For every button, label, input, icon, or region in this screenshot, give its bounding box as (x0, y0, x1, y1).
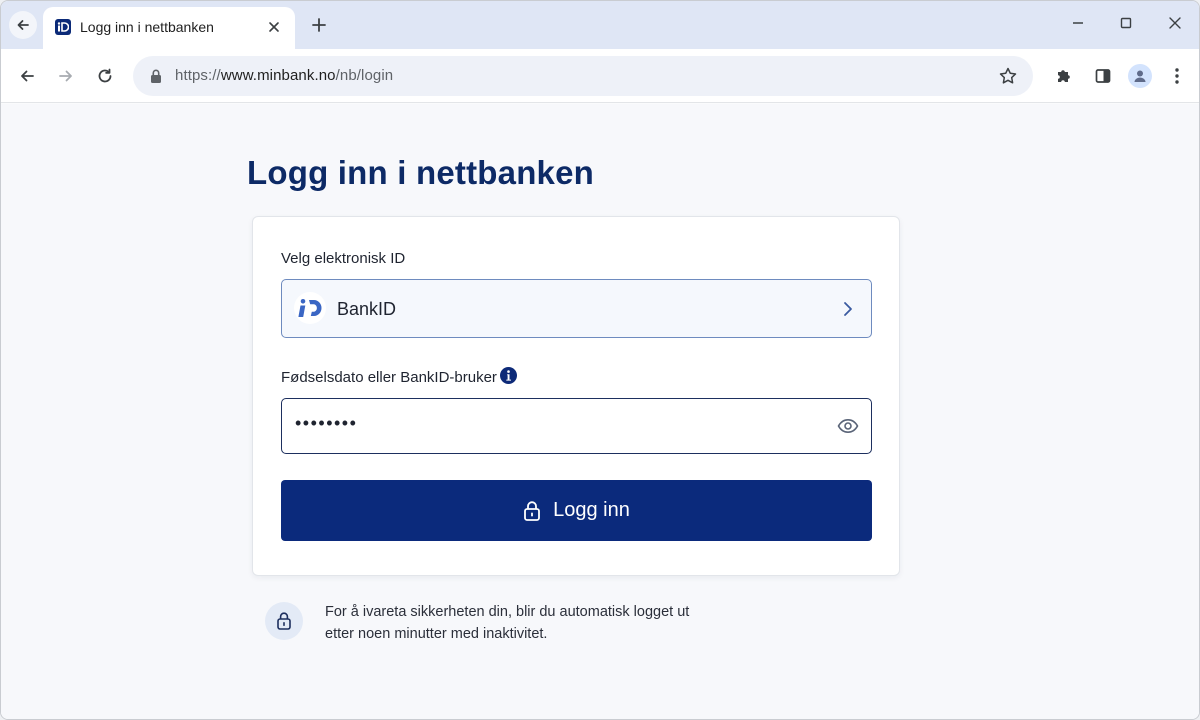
back-icon[interactable] (13, 62, 41, 90)
extensions-puzzle-icon[interactable] (1050, 62, 1078, 90)
page-title: Logg inn i nettbanken (247, 154, 595, 191)
eid-select[interactable]: BankID (281, 279, 872, 338)
maximize-icon[interactable] (1112, 11, 1140, 35)
user-id-label: Fødselsdato eller BankID-bruker (281, 369, 497, 386)
bookmark-star-icon[interactable] (997, 65, 1019, 87)
address-bar[interactable]: https://www.minbank.no/nb/login (133, 56, 1033, 96)
reload-icon[interactable] (91, 62, 119, 90)
close-window-icon[interactable] (1161, 11, 1189, 35)
login-button-label: Logg inn (553, 499, 630, 521)
profile-avatar-icon[interactable] (1128, 64, 1152, 88)
security-lock-icon (265, 602, 303, 640)
tab-strip: Logg inn i nettbanken (1, 1, 1199, 49)
forward-icon[interactable] (52, 62, 80, 90)
secure-lock-icon[interactable] (147, 67, 165, 85)
bankid-favicon-icon (55, 19, 71, 35)
url-path: /nb/login (335, 67, 394, 84)
minimize-icon[interactable] (1064, 11, 1092, 35)
login-card: Velg elektronisk ID BankID Fødselsdato e… (252, 216, 900, 576)
notice-line-1: For å ivareta sikkerheten din, blir du a… (325, 604, 690, 620)
eid-label: Velg elektronisk ID (281, 250, 406, 267)
masked-input-value: •••••••• (295, 413, 358, 433)
lock-icon (524, 500, 541, 521)
show-password-eye-icon[interactable] (837, 416, 859, 436)
close-tab-icon[interactable] (263, 16, 285, 38)
url-text: https://www.minbank.no/nb/login (175, 67, 393, 84)
new-tab-icon[interactable] (307, 13, 331, 37)
url-host: www.minbank.no (220, 67, 336, 84)
browser-window: Logg inn i nettbanken https://www.minban… (0, 0, 1200, 720)
login-button[interactable]: Logg inn (281, 480, 872, 541)
tab-title: Logg inn i nettbanken (80, 19, 214, 35)
browser-toolbar: https://www.minbank.no/nb/login (1, 49, 1199, 103)
side-panel-icon[interactable] (1089, 62, 1117, 90)
tab-search-back-icon[interactable] (9, 11, 37, 39)
bankid-logo-icon (294, 292, 326, 324)
info-icon[interactable] (500, 367, 517, 384)
chevron-right-icon (839, 299, 857, 319)
menu-kebab-icon[interactable] (1163, 62, 1191, 90)
notice-line-2: etter noen minutter med inaktivitet. (325, 626, 548, 642)
url-scheme: https:// (175, 67, 221, 84)
user-id-input[interactable]: •••••••• (281, 398, 872, 454)
page-content: Logg inn i nettbanken Velg elektronisk I… (1, 104, 1199, 719)
session-timeout-notice: For å ivareta sikkerheten din, blir du a… (325, 601, 745, 645)
browser-tab-active[interactable]: Logg inn i nettbanken (43, 7, 295, 49)
eid-selected-value: BankID (337, 299, 397, 319)
